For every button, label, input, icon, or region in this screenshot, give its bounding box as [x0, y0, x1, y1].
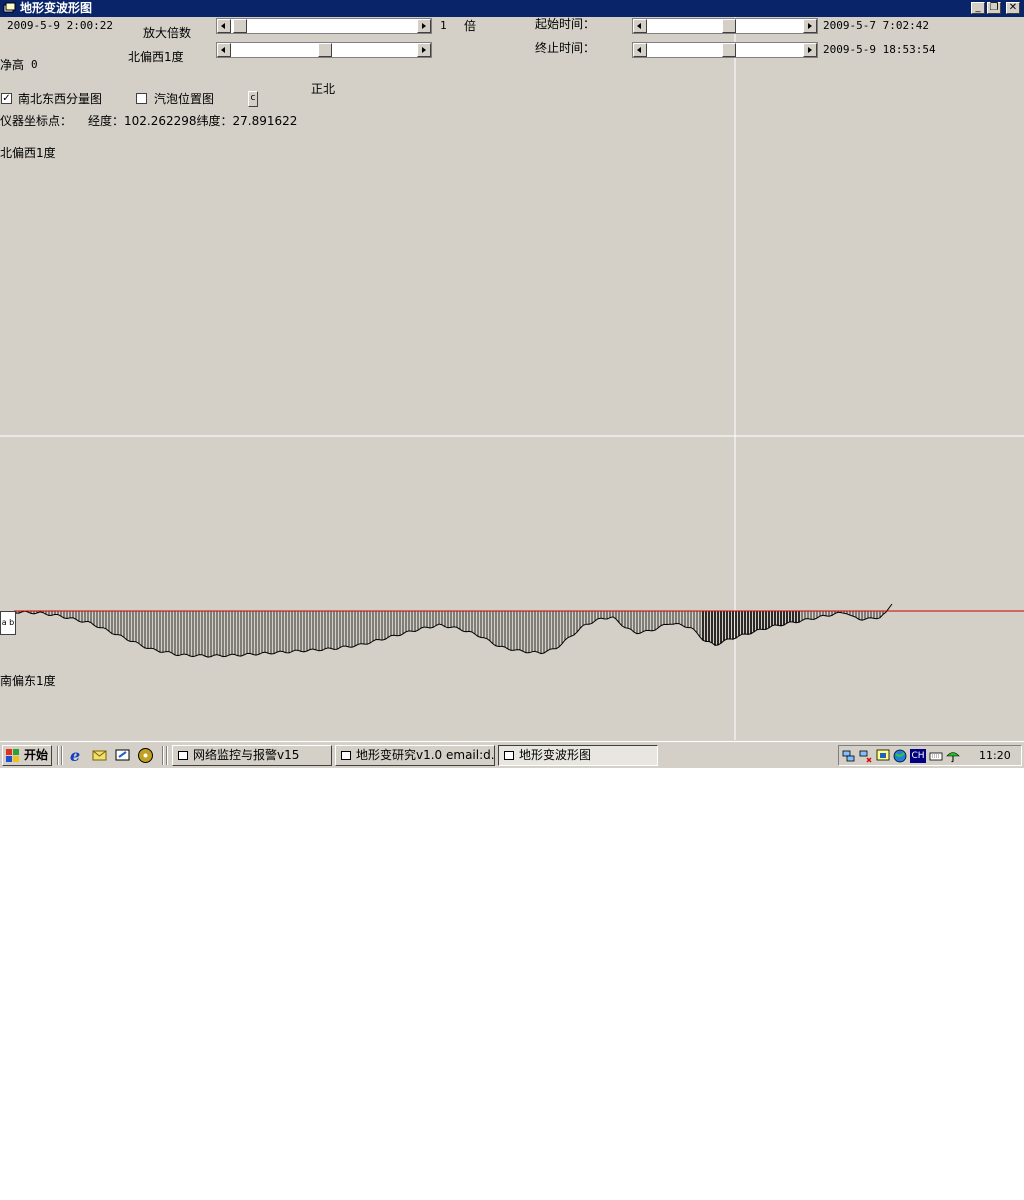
- scroll-right-button[interactable]: [803, 19, 817, 33]
- scroll-thumb[interactable]: [722, 19, 736, 33]
- arrow-left-icon: [637, 23, 641, 29]
- task-button-network[interactable]: 网络监控与报警v15: [172, 745, 332, 766]
- net-height-value: 0: [31, 58, 38, 71]
- arrow-right-icon: [422, 47, 426, 53]
- waveform-bars: [15, 611, 887, 658]
- end-time-value: 2009-5-9 18:53:54: [823, 43, 936, 56]
- scroll-thumb[interactable]: [318, 43, 332, 57]
- zoom-unit: 倍: [464, 19, 477, 33]
- separator: [61, 746, 63, 765]
- north-label: 正北: [311, 82, 336, 96]
- window-icon: [341, 751, 351, 760]
- desktop-icon[interactable]: [114, 747, 131, 764]
- series-tab[interactable]: a b: [0, 611, 16, 635]
- system-tray: CH 11:20: [838, 745, 1022, 766]
- scroll-right-button[interactable]: [417, 19, 431, 33]
- instrument-label: 仪器坐标点：: [0, 114, 73, 128]
- network-icon[interactable]: [859, 749, 873, 763]
- coords-value: 经度：102.262298纬度：27.891622: [88, 114, 298, 128]
- scroll-right-button[interactable]: [417, 43, 431, 57]
- windows-logo-icon: [6, 749, 19, 762]
- keyboard-icon[interactable]: [929, 749, 943, 763]
- scroll-left-button[interactable]: [633, 19, 647, 33]
- media-icon[interactable]: [137, 747, 154, 764]
- zoom-label: 放大倍数: [143, 26, 192, 40]
- check-mark-icon: ✓: [2, 93, 11, 104]
- arrow-left-icon: [221, 47, 225, 53]
- arrow-right-icon: [808, 23, 812, 29]
- scroll-left-button[interactable]: [633, 43, 647, 57]
- window-icon: [178, 751, 188, 760]
- scroll-left-button[interactable]: [217, 19, 231, 33]
- ie-icon[interactable]: e: [68, 747, 85, 764]
- arrow-right-icon: [808, 47, 812, 53]
- start-label: 开始: [24, 748, 49, 762]
- task-label: 网络监控与报警v15: [193, 748, 300, 762]
- volume-icon[interactable]: [876, 749, 890, 763]
- task-button-waveform[interactable]: 地形变波形图: [498, 745, 658, 766]
- component-checkbox[interactable]: ✓: [1, 93, 12, 104]
- taskbar: 开始 e 网络监控与报警v15 地形变研究v1.0 email:d... 地形变…: [0, 741, 1024, 768]
- outlook-icon[interactable]: [91, 747, 108, 764]
- end-time-label: 终止时间：: [535, 41, 596, 55]
- clock[interactable]: 11:20: [979, 749, 1011, 763]
- task-label: 地形变波形图: [519, 748, 592, 762]
- main-window: 地形变波形图 _ ❐ ✕ 2009-5-9 2:00:22 放大倍数 1 倍 北…: [0, 0, 1024, 768]
- small-button[interactable]: c: [248, 91, 258, 107]
- direction-label: 北偏西1度: [128, 50, 184, 64]
- ime-indicator[interactable]: CH: [910, 749, 926, 763]
- arrow-left-icon: [221, 23, 225, 29]
- current-time: 2009-5-9 2:00:22: [7, 19, 113, 32]
- waveform-plot: [0, 17, 1024, 740]
- network-icon[interactable]: [842, 749, 856, 763]
- start-time-scrollbar[interactable]: [632, 18, 818, 34]
- arrow-right-icon: [422, 23, 426, 29]
- scroll-right-button[interactable]: [803, 43, 817, 57]
- direction-scrollbar[interactable]: [216, 42, 432, 58]
- separator: [57, 746, 59, 765]
- scroll-thumb[interactable]: [233, 19, 247, 33]
- separator: [162, 746, 164, 765]
- net-height-label: 净高: [0, 58, 25, 72]
- window-icon: [504, 751, 514, 760]
- start-button[interactable]: 开始: [2, 745, 52, 766]
- scroll-left-button[interactable]: [217, 43, 231, 57]
- start-time-label: 起始时间：: [535, 17, 596, 31]
- separator: [166, 746, 168, 765]
- umbrella-icon[interactable]: [946, 749, 960, 763]
- task-button-research[interactable]: 地形变研究v1.0 email:d...: [335, 745, 495, 766]
- bottom-direction-label: 南偏东1度: [0, 674, 56, 688]
- svg-text:e: e: [70, 747, 80, 764]
- start-time-value: 2009-5-7 7:02:42: [823, 19, 929, 32]
- globe-icon[interactable]: [893, 749, 907, 763]
- top-direction-label: 北偏西1度: [0, 146, 56, 160]
- component-checkbox-label[interactable]: 南北东西分量图: [18, 92, 102, 106]
- bubble-checkbox[interactable]: [136, 93, 147, 104]
- zoom-value: 1: [440, 19, 447, 32]
- end-time-scrollbar[interactable]: [632, 42, 818, 58]
- scroll-thumb[interactable]: [722, 43, 736, 57]
- arrow-left-icon: [637, 47, 641, 53]
- bubble-checkbox-label[interactable]: 汽泡位置图: [154, 92, 214, 106]
- zoom-scrollbar[interactable]: [216, 18, 432, 34]
- task-label: 地形变研究v1.0 email:d...: [356, 748, 495, 762]
